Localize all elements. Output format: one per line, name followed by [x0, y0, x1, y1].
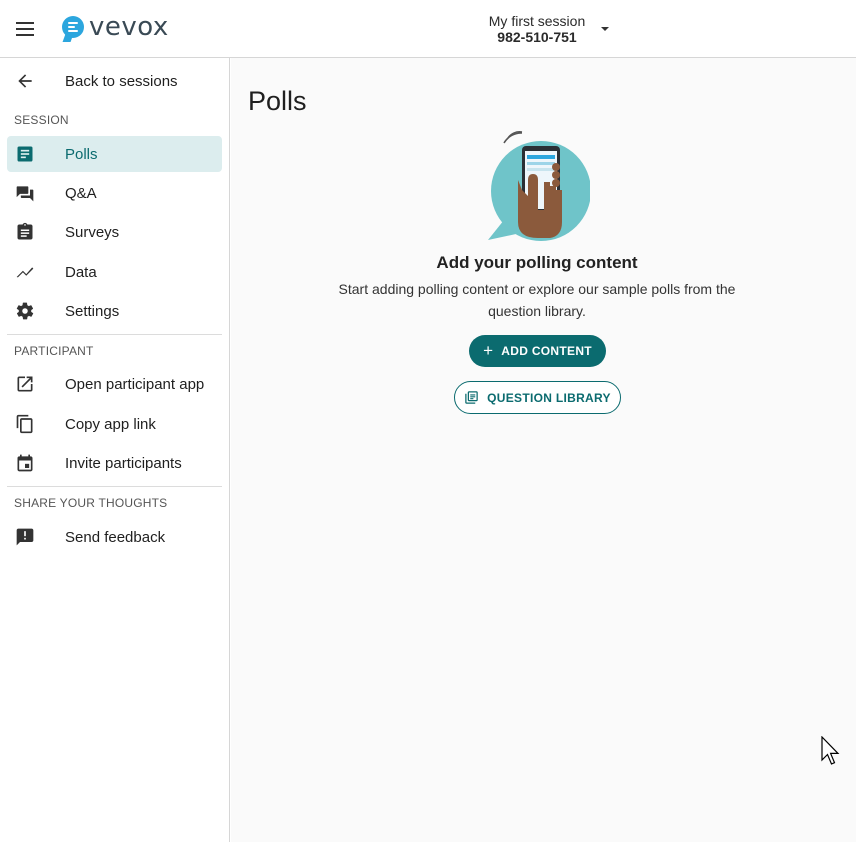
main-content: Polls Add your polling content Start add…	[231, 58, 856, 842]
surveys-icon	[17, 222, 33, 240]
gear-icon	[16, 302, 34, 320]
open-external-icon	[17, 376, 33, 392]
brand-name: vevox	[89, 12, 169, 42]
sidebar-divider	[7, 486, 222, 487]
sidebar: Back to sessions SESSION Polls Q&A Surve…	[0, 58, 230, 842]
calendar-icon	[17, 454, 33, 472]
vevox-logo[interactable]: vevox	[62, 12, 169, 42]
back-to-sessions-link[interactable]: Back to sessions	[7, 63, 222, 99]
add-content-label: ADD CONTENT	[501, 344, 592, 358]
mouse-cursor-icon	[821, 736, 840, 765]
question-library-label: QUESTION LIBRARY	[487, 390, 611, 405]
sidebar-item-label: Settings	[65, 302, 120, 320]
session-name: My first session	[488, 13, 586, 29]
library-icon	[465, 391, 478, 404]
sidebar-item-copy-app-link[interactable]: Copy app link	[7, 406, 222, 442]
sidebar-item-send-feedback[interactable]: Send feedback	[7, 519, 222, 555]
top-bar: vevox My first session 982-510-751	[0, 0, 856, 58]
data-icon	[16, 267, 34, 278]
sidebar-item-invite-participants[interactable]: Invite participants	[7, 445, 222, 481]
section-heading-participant: PARTICIPANT	[14, 344, 94, 358]
sidebar-item-label: Open participant app	[65, 375, 205, 393]
vevox-logo-mark-icon	[62, 16, 84, 38]
arrow-left-icon	[18, 74, 32, 88]
session-code: 982-510-751	[497, 29, 577, 45]
sidebar-item-label: Polls	[65, 145, 98, 163]
sidebar-item-data[interactable]: Data	[7, 254, 222, 290]
polls-icon	[17, 146, 33, 162]
copy-icon	[16, 414, 33, 434]
chevron-down-icon[interactable]	[601, 27, 609, 31]
back-to-sessions-label: Back to sessions	[65, 72, 178, 90]
page-title: Polls	[248, 86, 307, 116]
section-heading-share: SHARE YOUR THOUGHTS	[14, 496, 168, 510]
sidebar-item-qa[interactable]: Q&A	[7, 175, 222, 211]
sidebar-item-label: Copy app link	[65, 415, 156, 433]
question-library-button[interactable]: QUESTION LIBRARY	[454, 381, 621, 414]
sidebar-item-polls[interactable]: Polls	[7, 136, 222, 172]
qa-icon	[16, 186, 34, 202]
empty-state-description: Start adding polling content or explore …	[338, 281, 736, 319]
sidebar-item-label: Data	[65, 263, 97, 281]
sidebar-item-label: Surveys	[65, 223, 120, 241]
sidebar-item-open-participant-app[interactable]: Open participant app	[7, 366, 222, 402]
sidebar-divider	[7, 334, 222, 335]
feedback-icon	[16, 528, 34, 546]
sidebar-item-surveys[interactable]: Surveys	[7, 214, 222, 250]
sidebar-item-label: Q&A	[65, 184, 97, 202]
sidebar-item-settings[interactable]: Settings	[7, 293, 222, 329]
session-selector[interactable]: My first session 982-510-751	[478, 13, 596, 45]
sidebar-item-label: Invite participants	[65, 454, 182, 472]
hamburger-menu-icon[interactable]	[14, 17, 38, 41]
section-heading-session: SESSION	[14, 113, 69, 127]
sidebar-item-label: Send feedback	[65, 528, 166, 546]
empty-state-title: Add your polling content	[436, 253, 638, 272]
plus-icon: +	[483, 341, 494, 360]
phone-polling-illustration	[488, 131, 590, 241]
add-content-button[interactable]: + ADD CONTENT	[469, 335, 606, 367]
